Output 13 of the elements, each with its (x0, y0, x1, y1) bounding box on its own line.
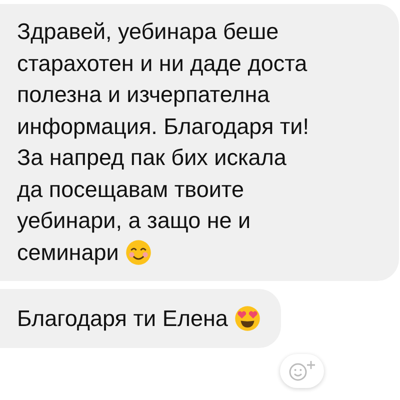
message-text: семинари (17, 238, 119, 267)
add-reaction-icon (287, 358, 317, 382)
message-text: да посещавам твоите (17, 176, 244, 204)
message-text: полезна и изчерпателна (17, 81, 270, 109)
smiling-face-icon (124, 238, 152, 266)
message-text: Здравей, уебинара беше (17, 18, 279, 46)
message-text: Благодаря ти Елена (17, 305, 228, 333)
heart-eyes-face-icon (234, 305, 261, 332)
message-text: За напред пак бих искала (17, 144, 286, 172)
message-text: информация. Благодаря ти! (17, 112, 310, 141)
message-text: старахотен и ни даде доста (17, 50, 308, 78)
message-text: уебинари, а защо не и (17, 207, 251, 235)
add-reaction-button[interactable] (280, 354, 324, 388)
